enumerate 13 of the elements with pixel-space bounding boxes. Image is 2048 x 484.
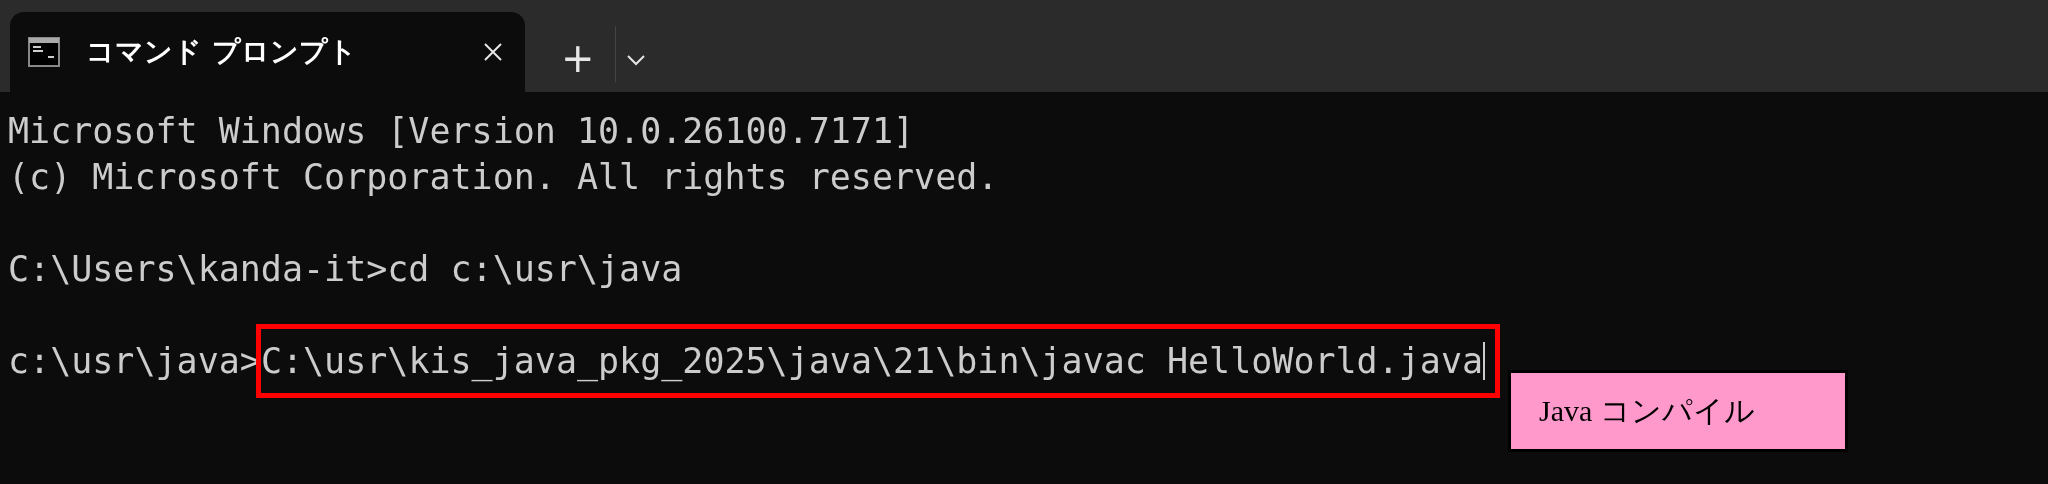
prompt-path: c:\usr\java> [8, 341, 261, 381]
tab-title: コマンド プロンプト [86, 34, 358, 70]
prompt-path: C:\Users\kanda-it> [8, 249, 388, 289]
new-tab-button[interactable]: + [555, 38, 601, 78]
console-text: (c) Microsoft Corporation. All rights reserved. [8, 157, 999, 197]
highlighted-command: C:\usr\kis_java_pkg_2025\java\21\bin\javac HelloWorld.java [260, 329, 1496, 393]
annotation-callout: Java コンパイル [1508, 370, 1848, 452]
console-icon [28, 37, 60, 67]
console-text: Microsoft Windows [Version 10.0.26100.7171] [8, 111, 915, 151]
terminal-tab[interactable]: コマンド プロンプト [10, 12, 525, 92]
command-text: cd c:\usr\java [387, 249, 683, 289]
close-tab-button[interactable] [483, 42, 503, 62]
dropdown-button[interactable] [625, 54, 646, 66]
